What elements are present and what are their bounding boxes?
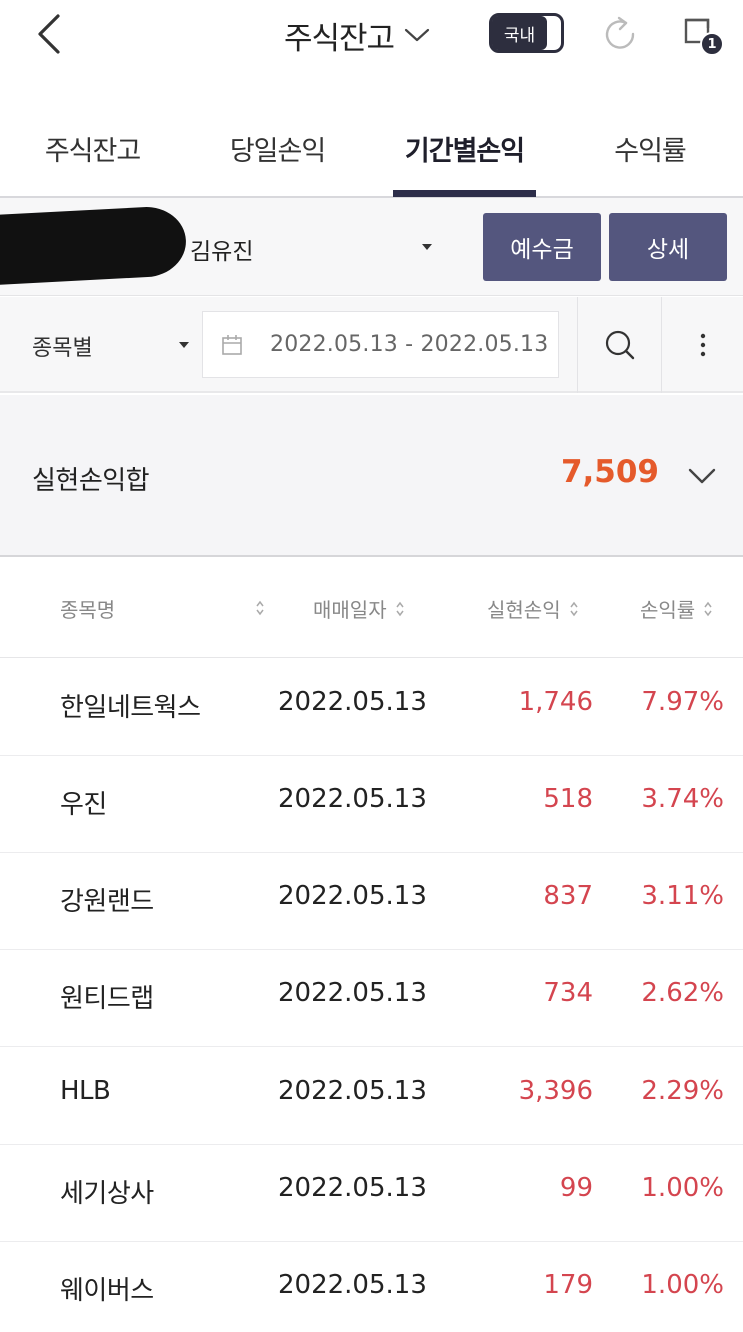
realized-pnl: 99 bbox=[559, 1173, 593, 1203]
table-row[interactable]: 세기상사 2022.05.13 99 1.00% bbox=[0, 1145, 743, 1242]
trade-date: 2022.05.13 bbox=[278, 784, 427, 814]
deposit-button[interactable]: 예수금 bbox=[483, 213, 601, 281]
table-row[interactable]: 한일네트웍스 2022.05.13 1,746 7.97% bbox=[0, 659, 743, 756]
realized-pnl: 3,396 bbox=[518, 1076, 593, 1106]
stock-name: 한일네트웍스 bbox=[60, 693, 201, 723]
realized-pnl-total-value: 7,509 bbox=[560, 454, 659, 490]
column-header-name[interactable]: 종목명 bbox=[60, 594, 115, 623]
stock-name: 원티드랩 bbox=[60, 984, 154, 1014]
column-header-date-label: 매매일자 bbox=[313, 598, 387, 622]
market-toggle[interactable]: 국내 bbox=[489, 13, 564, 53]
refresh-button[interactable] bbox=[600, 14, 640, 54]
chevron-left-icon bbox=[38, 14, 60, 54]
back-button[interactable] bbox=[28, 12, 68, 56]
column-header-pnl[interactable]: 실현손익 bbox=[487, 594, 579, 623]
table-row[interactable]: 우진 2022.05.13 518 3.74% bbox=[0, 756, 743, 853]
more-options-button[interactable] bbox=[661, 297, 743, 393]
tab-stock-balance[interactable]: 주식잔고 bbox=[20, 100, 165, 196]
trade-date: 2022.05.13 bbox=[278, 687, 427, 717]
expand-chevron-icon[interactable] bbox=[686, 465, 718, 487]
realized-pnl: 179 bbox=[543, 1270, 593, 1300]
column-header-name-label: 종목명 bbox=[60, 598, 116, 622]
top-bar: 주식잔고 국내 1 bbox=[0, 0, 743, 72]
tab-return-rate[interactable]: 수익률 bbox=[580, 100, 720, 196]
date-range-picker[interactable]: 2022.05.13 - 2022.05.13 bbox=[202, 311, 559, 378]
notification-badge: 1 bbox=[700, 32, 724, 56]
sort-icon bbox=[396, 601, 404, 616]
stock-name: 세기상사 bbox=[60, 1179, 154, 1209]
trade-date: 2022.05.13 bbox=[278, 1270, 427, 1300]
column-header-rate-label: 손익률 bbox=[640, 598, 696, 622]
page-title: 주식잔고 bbox=[284, 20, 395, 57]
realized-pnl: 837 bbox=[543, 881, 593, 911]
title-dropdown[interactable]: 주식잔고 bbox=[284, 10, 430, 60]
sort-icon bbox=[570, 601, 578, 616]
table-row[interactable]: HLB 2022.05.13 3,396 2.29% bbox=[0, 1048, 743, 1145]
trade-date: 2022.05.13 bbox=[278, 1076, 427, 1106]
realized-pnl: 1,746 bbox=[518, 687, 593, 717]
sort-icon bbox=[704, 601, 712, 616]
chevron-down-icon bbox=[404, 28, 430, 42]
realized-pnl: 518 bbox=[543, 784, 593, 814]
return-rate: 1.00% bbox=[641, 1173, 724, 1203]
date-range-text: 2022.05.13 - 2022.05.13 bbox=[270, 332, 549, 357]
column-header-rate[interactable]: 손익률 bbox=[640, 594, 713, 623]
search-button[interactable] bbox=[577, 297, 661, 393]
column-header-date[interactable]: 매매일자 bbox=[313, 594, 405, 623]
return-rate: 3.11% bbox=[641, 881, 724, 911]
tab-bar: 주식잔고 당일손익 기간별손익 수익률 bbox=[0, 100, 743, 198]
return-rate: 1.00% bbox=[641, 1270, 724, 1300]
return-rate: 7.97% bbox=[641, 687, 724, 717]
trade-date: 2022.05.13 bbox=[278, 881, 427, 911]
active-tab-indicator bbox=[393, 190, 536, 197]
account-holder-name[interactable]: 김유진 bbox=[190, 232, 253, 266]
column-header-pnl-label: 실현손익 bbox=[487, 598, 561, 622]
return-rate: 3.74% bbox=[641, 784, 724, 814]
stock-name: 강원랜드 bbox=[60, 887, 154, 917]
filter-type-select[interactable]: 종목별 bbox=[32, 330, 93, 362]
return-rate: 2.62% bbox=[641, 978, 724, 1008]
redacted-account-number bbox=[0, 205, 188, 285]
window-button[interactable]: 1 bbox=[680, 14, 726, 60]
stock-name: HLB bbox=[60, 1076, 111, 1106]
stock-name: 웨이버스 bbox=[60, 1276, 154, 1306]
realized-pnl-total-label: 실현손익합 bbox=[32, 466, 150, 496]
tab-daily-pnl[interactable]: 당일손익 bbox=[205, 100, 350, 196]
trade-date: 2022.05.13 bbox=[278, 1173, 427, 1203]
more-vertical-icon bbox=[700, 333, 706, 357]
stock-name: 우진 bbox=[60, 790, 107, 820]
sort-icon[interactable] bbox=[255, 599, 265, 617]
detail-button[interactable]: 상세 bbox=[609, 213, 727, 281]
trade-date: 2022.05.13 bbox=[278, 978, 427, 1008]
table-row[interactable]: 강원랜드 2022.05.13 837 3.11% bbox=[0, 853, 743, 950]
realized-pnl: 734 bbox=[543, 978, 593, 1008]
table-row[interactable]: 원티드랩 2022.05.13 734 2.62% bbox=[0, 950, 743, 1047]
table-row[interactable]: 웨이버스 2022.05.13 179 1.00% bbox=[0, 1242, 743, 1332]
filter-dropdown-icon[interactable] bbox=[176, 339, 192, 351]
tab-period-pnl[interactable]: 기간별손익 bbox=[393, 100, 536, 196]
calendar-icon bbox=[222, 335, 242, 355]
return-rate: 2.29% bbox=[641, 1076, 724, 1106]
search-icon bbox=[605, 330, 635, 360]
refresh-icon bbox=[605, 16, 635, 49]
account-dropdown-icon[interactable] bbox=[418, 240, 436, 254]
market-toggle-label: 국내 bbox=[492, 16, 547, 50]
